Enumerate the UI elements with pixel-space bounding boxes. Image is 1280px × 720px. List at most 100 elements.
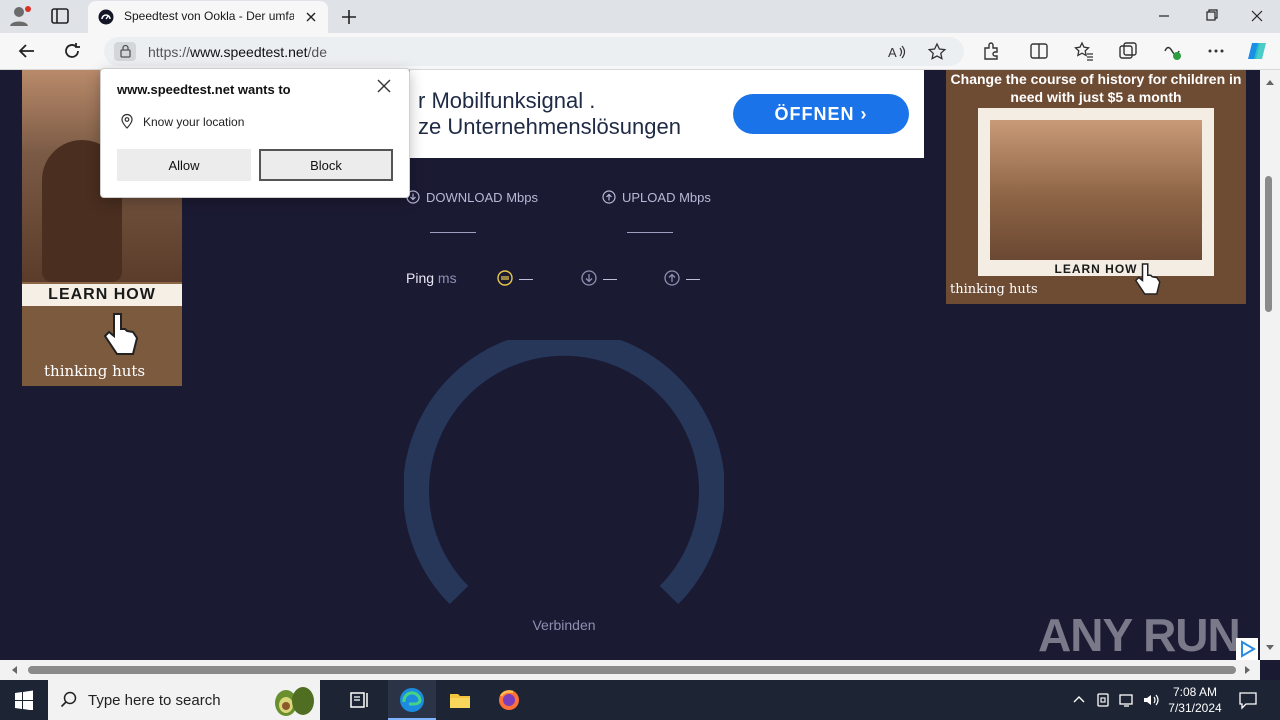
upload-latency-value: — <box>686 270 700 286</box>
download-label: DOWNLOAD <box>426 190 503 205</box>
tab-bar: Speedtest von Ookla - Der umfassende <box>0 0 1280 33</box>
speed-gauge <box>404 340 724 605</box>
idle-latency-value: — <box>519 270 533 286</box>
system-clock[interactable]: 7:08 AM 7/31/2024 <box>1160 684 1230 716</box>
url-prefix: https:// <box>148 44 191 60</box>
close-tab-icon[interactable] <box>303 9 319 25</box>
taskbar-search[interactable]: Type here to search <box>48 680 320 720</box>
close-icon[interactable] <box>375 77 393 95</box>
avocado-icon <box>275 687 314 716</box>
horizontal-scroll-thumb[interactable] <box>28 666 1236 674</box>
file-explorer-icon[interactable] <box>448 688 472 712</box>
vertical-scrollbar[interactable] <box>1260 70 1280 660</box>
location-pin-icon <box>121 113 133 129</box>
horizontal-scrollbar[interactable] <box>0 660 1260 680</box>
scroll-up-icon[interactable] <box>1265 78 1275 86</box>
url-text[interactable]: https://www.speedtest.net/de <box>148 44 327 60</box>
speedtest-favicon-icon <box>98 9 114 25</box>
collections-icon[interactable] <box>1117 40 1139 62</box>
minimize-icon[interactable] <box>1150 6 1178 26</box>
ping-metric: Ping ms <box>406 270 457 286</box>
upload-latency: — <box>664 270 700 286</box>
download-unit: Mbps <box>506 190 538 205</box>
volume-icon[interactable] <box>1142 691 1160 709</box>
open-ad-label: ÖFFNEN <box>774 104 855 124</box>
right-ad-brand: thinking huts <box>950 282 1038 297</box>
clock-date: 7/31/2024 <box>1168 701 1222 715</box>
upload-label: UPLOAD <box>622 190 676 205</box>
restore-icon[interactable] <box>1197 6 1225 26</box>
split-screen-icon[interactable] <box>1028 40 1050 62</box>
permission-title: www.speedtest.net wants to <box>117 82 291 97</box>
network-icon[interactable] <box>1118 691 1136 709</box>
task-view-icon[interactable] <box>348 688 372 712</box>
open-ad-button[interactable]: ÖFFNEN › <box>733 94 909 134</box>
upload-icon <box>602 190 616 204</box>
favorites-icon[interactable] <box>1073 40 1095 62</box>
download-latency-icon <box>581 270 597 286</box>
scroll-left-icon[interactable] <box>10 665 18 675</box>
refresh-icon[interactable] <box>61 40 83 62</box>
upload-metric: UPLOAD Mbps <box>602 190 711 205</box>
browser-essentials-icon[interactable] <box>1161 40 1183 62</box>
lock-icon[interactable] <box>114 42 136 61</box>
center-ad-line-1: r Mobilfunksignal . <box>418 88 596 113</box>
idle-latency: — <box>497 270 533 286</box>
windows-start-icon[interactable] <box>14 690 34 710</box>
url-path: /de <box>307 44 328 60</box>
show-hidden-icons-icon[interactable] <box>1070 691 1088 709</box>
left-ad-learn-how[interactable]: LEARN HOW <box>22 284 182 306</box>
tab-title: Speedtest von Ookla - Der umfassende <box>124 9 294 23</box>
block-button[interactable]: Block <box>259 149 393 181</box>
ping-label: Ping <box>406 270 435 286</box>
edge-taskbar-item[interactable] <box>388 680 436 720</box>
edge-icon <box>400 688 424 712</box>
chevron-right-icon: › <box>860 104 868 124</box>
upload-latency-icon <box>664 270 680 286</box>
pointer-hand-icon <box>1134 263 1161 295</box>
read-aloud-icon[interactable]: A <box>886 41 908 63</box>
firefox-icon[interactable] <box>497 688 521 712</box>
copilot-icon[interactable] <box>1246 40 1268 62</box>
right-ad-headline: Change the course of history for childre… <box>950 71 1242 105</box>
scroll-down-icon[interactable] <box>1265 644 1275 652</box>
notifications-icon[interactable] <box>1238 690 1258 710</box>
right-ad-learn-how[interactable]: LEARN HOW <box>978 262 1214 276</box>
tab-actions-icon[interactable] <box>50 7 70 25</box>
tray-device-icon[interactable] <box>1094 691 1112 709</box>
pointer-hand-icon <box>103 313 139 355</box>
permission-description: Know your location <box>143 115 245 129</box>
search-placeholder: Type here to search <box>88 692 221 709</box>
left-ad-brand: thinking huts <box>44 362 146 380</box>
adchoices-icon[interactable] <box>1236 638 1258 660</box>
ping-unit: ms <box>437 270 457 286</box>
svg-text:A: A <box>888 45 897 60</box>
anyrun-watermark: ANY RUN <box>1038 609 1241 661</box>
right-ad-photo <box>990 120 1202 260</box>
right-banner-ad[interactable]: Change the course of history for childre… <box>946 70 1246 304</box>
allow-button[interactable]: Allow <box>117 149 251 181</box>
more-menu-icon[interactable] <box>1205 40 1227 62</box>
center-banner-ad[interactable]: r Mobilfunksignal . ze Unternehmenslösun… <box>410 70 924 158</box>
extensions-icon[interactable] <box>980 40 1002 62</box>
download-placeholder <box>430 232 476 233</box>
scroll-right-icon[interactable] <box>1244 665 1252 675</box>
active-tab[interactable]: Speedtest von Ookla - Der umfassende <box>88 1 328 33</box>
download-latency-value: — <box>603 270 617 286</box>
location-permission-popup: www.speedtest.net wants to Know your loc… <box>100 68 410 198</box>
window-close-icon[interactable] <box>1243 6 1271 26</box>
address-bar[interactable]: https://www.speedtest.net/de A <box>104 37 964 66</box>
download-latency: — <box>581 270 617 286</box>
upload-placeholder <box>627 232 673 233</box>
download-metric: DOWNLOAD Mbps <box>406 190 538 205</box>
url-domain: www.speedtest.net <box>190 44 308 60</box>
vertical-scroll-thumb[interactable] <box>1265 176 1272 312</box>
clock-time: 7:08 AM <box>1172 685 1218 699</box>
new-tab-icon[interactable] <box>338 6 360 28</box>
profile-icon[interactable] <box>8 5 32 27</box>
idle-latency-icon <box>497 270 513 286</box>
upload-unit: Mbps <box>679 190 711 205</box>
back-icon[interactable] <box>16 40 38 62</box>
favorite-star-icon[interactable] <box>926 41 948 63</box>
center-ad-line-2: ze Unternehmenslösungen <box>418 114 681 139</box>
